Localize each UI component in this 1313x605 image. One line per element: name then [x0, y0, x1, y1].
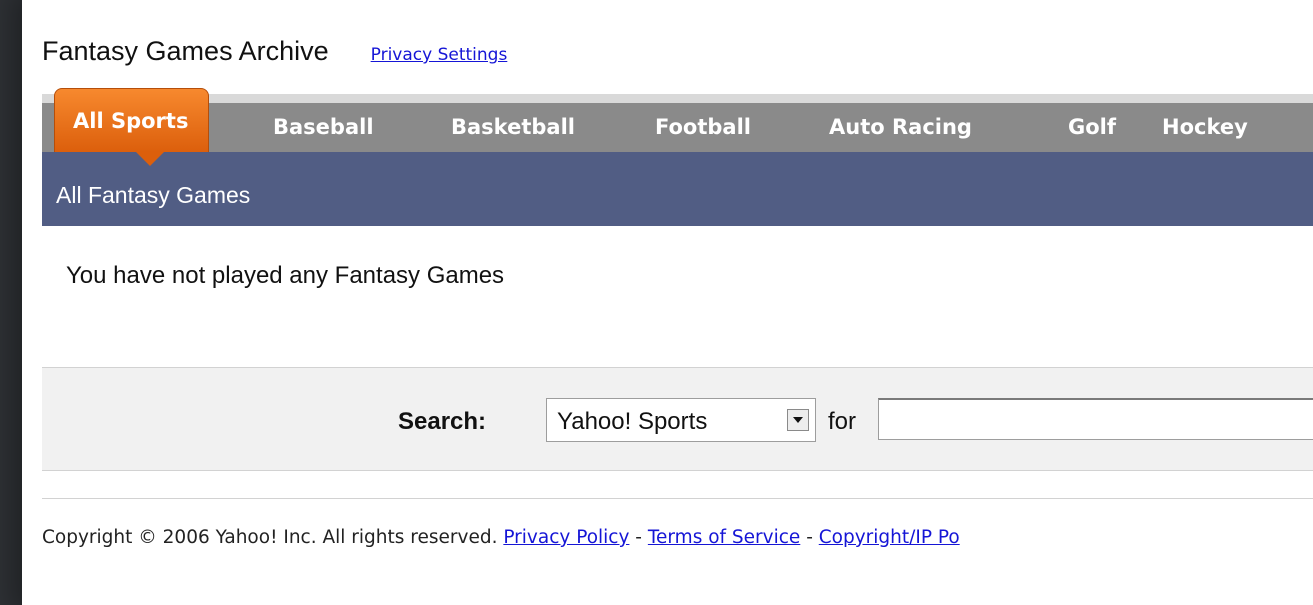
browser-content: Fantasy Games Archive Privacy Settings A…	[22, 0, 1313, 605]
chevron-down-icon[interactable]	[787, 409, 809, 431]
tab-auto-racing[interactable]: Auto Racing	[829, 103, 972, 152]
privacy-policy-link[interactable]: Privacy Policy	[503, 527, 629, 548]
tab-baseball[interactable]: Baseball	[273, 103, 374, 152]
footer: Copyright © 2006 Yahoo! Inc. All rights …	[42, 498, 1313, 548]
search-label: Search:	[398, 408, 487, 435]
footer-text: Copyright © 2006 Yahoo! Inc. All rights …	[42, 527, 960, 548]
search-source-value: Yahoo! Sports	[557, 408, 708, 435]
sports-tab-bar: All Sports Baseball Basketball Football …	[42, 88, 1313, 166]
search-input[interactable]	[878, 398, 1313, 440]
tab-basketball[interactable]: Basketball	[451, 103, 575, 152]
page-title: Fantasy Games Archive	[42, 36, 329, 66]
privacy-settings-link[interactable]: Privacy Settings	[371, 45, 508, 65]
search-source-select[interactable]: Yahoo! Sports	[546, 398, 816, 442]
empty-state-message: You have not played any Fantasy Games	[66, 262, 505, 289]
tab-all-sports[interactable]: All Sports	[54, 88, 210, 152]
for-label: for	[828, 408, 857, 435]
search-bar: Search: Yahoo! Sports for	[42, 367, 1313, 471]
copyright-ip-policy-link[interactable]: Copyright/IP Po	[819, 527, 960, 548]
tab-football[interactable]: Football	[655, 103, 751, 152]
copyright-text: Copyright © 2006 Yahoo! Inc. All rights …	[42, 527, 498, 548]
page-header: Fantasy Games Archive Privacy Settings	[42, 36, 507, 67]
footer-separator: -	[800, 527, 819, 548]
footer-separator: -	[629, 527, 648, 548]
terms-of-service-link[interactable]: Terms of Service	[648, 527, 800, 548]
section-header-bar: All Fantasy Games	[42, 152, 1313, 226]
tab-hockey[interactable]: Hockey	[1162, 103, 1248, 152]
section-title: All Fantasy Games	[56, 182, 251, 208]
active-tab-pointer	[136, 152, 164, 166]
tab-golf[interactable]: Golf	[1068, 103, 1116, 152]
